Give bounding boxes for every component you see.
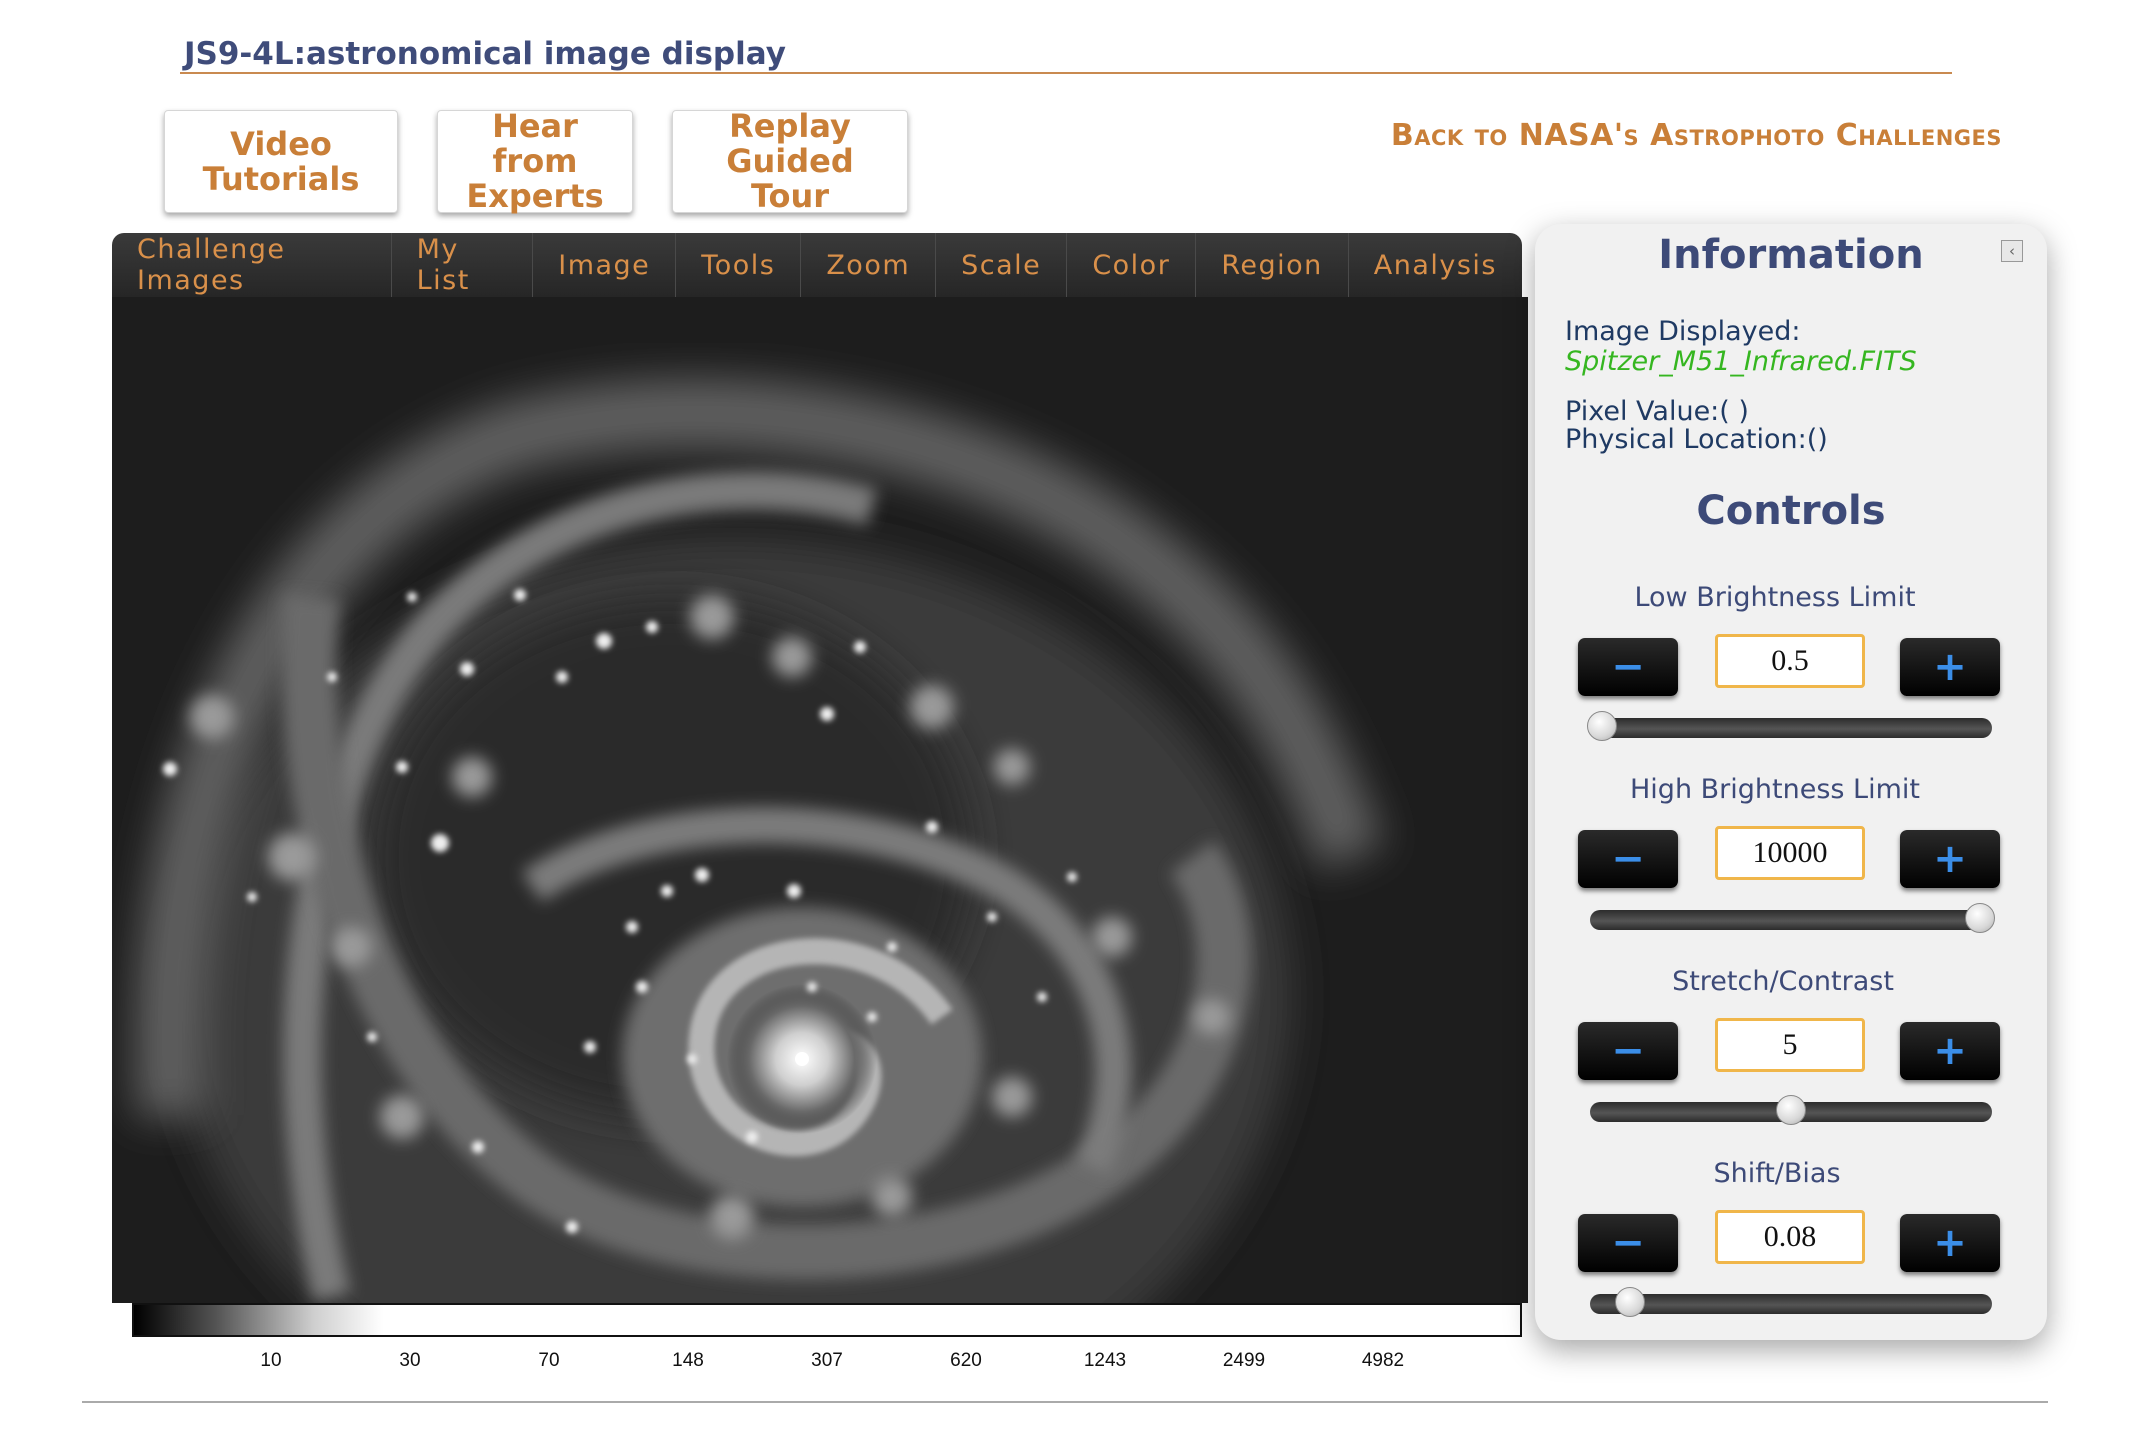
image-displayed-label: Image Displayed: <box>1565 316 1801 347</box>
menu-tools[interactable]: Tools <box>676 233 802 297</box>
high-brightness-minus-button[interactable]: − <box>1578 830 1678 888</box>
low-brightness-minus-button[interactable]: − <box>1578 638 1678 696</box>
low-brightness-plus-button[interactable]: + <box>1900 638 2000 696</box>
menu-challenge-images[interactable]: Challenge Images <box>112 233 392 297</box>
controls-heading: Controls <box>1696 488 1886 534</box>
stretch-contrast-minus-button[interactable]: − <box>1578 1022 1678 1080</box>
colorbar-tick: 30 <box>399 1350 421 1371</box>
page-title: JS9-4L:astronomical image display <box>184 36 786 72</box>
stretch-contrast-slider[interactable] <box>1590 1095 1992 1125</box>
stretch-contrast-slider-thumb[interactable] <box>1776 1095 1806 1125</box>
stretch-contrast-label: Stretch/Contrast <box>1672 966 1894 997</box>
video-tutorials-button[interactable]: Video Tutorials <box>164 110 398 213</box>
high-brightness-label: High Brightness Limit <box>1630 774 1920 805</box>
physical-location-label: Physical Location:() <box>1565 424 1828 455</box>
pixel-value-label: Pixel Value:( ) <box>1565 396 1749 427</box>
menu-color[interactable]: Color <box>1067 233 1197 297</box>
image-filename: Spitzer_M51_Infrared.FITS <box>1565 346 1917 377</box>
js9-menubar: Challenge Images My List Image Tools Zoo… <box>112 233 1522 297</box>
low-brightness-input[interactable] <box>1715 634 1865 688</box>
menu-analysis[interactable]: Analysis <box>1349 233 1522 297</box>
menu-my-list[interactable]: My List <box>392 233 534 297</box>
colorbar-tick: 620 <box>950 1350 982 1371</box>
hear-from-experts-button[interactable]: Hear from Experts <box>437 109 633 214</box>
shift-bias-plus-button[interactable]: + <box>1900 1214 2000 1272</box>
colorbar <box>132 1303 1522 1337</box>
shift-bias-label: Shift/Bias <box>1713 1158 1841 1189</box>
replay-guided-tour-button[interactable]: Replay Guided Tour <box>672 109 908 214</box>
shift-bias-minus-button[interactable]: − <box>1578 1214 1678 1272</box>
menu-image[interactable]: Image <box>533 233 677 297</box>
menu-scale[interactable]: Scale <box>936 233 1068 297</box>
colorbar-tick: 4982 <box>1361 1350 1405 1371</box>
high-brightness-plus-button[interactable]: + <box>1900 830 2000 888</box>
menu-zoom[interactable]: Zoom <box>801 233 937 297</box>
stretch-contrast-input[interactable] <box>1715 1018 1865 1072</box>
astronomical-image-canvas[interactable] <box>112 297 1528 1303</box>
stretch-contrast-plus-button[interactable]: + <box>1900 1022 2000 1080</box>
low-brightness-slider-thumb[interactable] <box>1587 711 1618 741</box>
bottom-divider <box>82 1401 2048 1403</box>
shift-bias-slider-thumb[interactable] <box>1615 1287 1646 1317</box>
colorbar-tick: 10 <box>260 1350 282 1371</box>
low-brightness-label: Low Brightness Limit <box>1634 582 1916 613</box>
colorbar-tick: 307 <box>811 1350 843 1371</box>
js9-display: Challenge Images My List Image Tools Zoo… <box>112 233 1528 1303</box>
title-divider <box>180 72 1952 74</box>
high-brightness-slider[interactable] <box>1590 903 1995 933</box>
high-brightness-input[interactable] <box>1715 826 1865 880</box>
information-heading: Information <box>1658 232 1924 278</box>
back-to-nasa-link[interactable]: Back to NASA's Astrophoto Challenges <box>1391 118 2002 153</box>
info-controls-panel: ‹ Information Image Displayed: Spitzer_M… <box>1535 224 2047 1340</box>
low-brightness-slider[interactable] <box>1587 711 1992 741</box>
shift-bias-input[interactable] <box>1715 1210 1865 1264</box>
menu-region[interactable]: Region <box>1196 233 1349 297</box>
colorbar-tick: 1243 <box>1083 1350 1127 1371</box>
colorbar-tick: 2499 <box>1222 1350 1266 1371</box>
galaxy-image <box>112 297 1528 1303</box>
colorbar-tick: 70 <box>538 1350 560 1371</box>
high-brightness-slider-thumb[interactable] <box>1964 903 1995 933</box>
colorbar-tick: 148 <box>672 1350 704 1371</box>
shift-bias-slider[interactable] <box>1590 1287 1992 1317</box>
